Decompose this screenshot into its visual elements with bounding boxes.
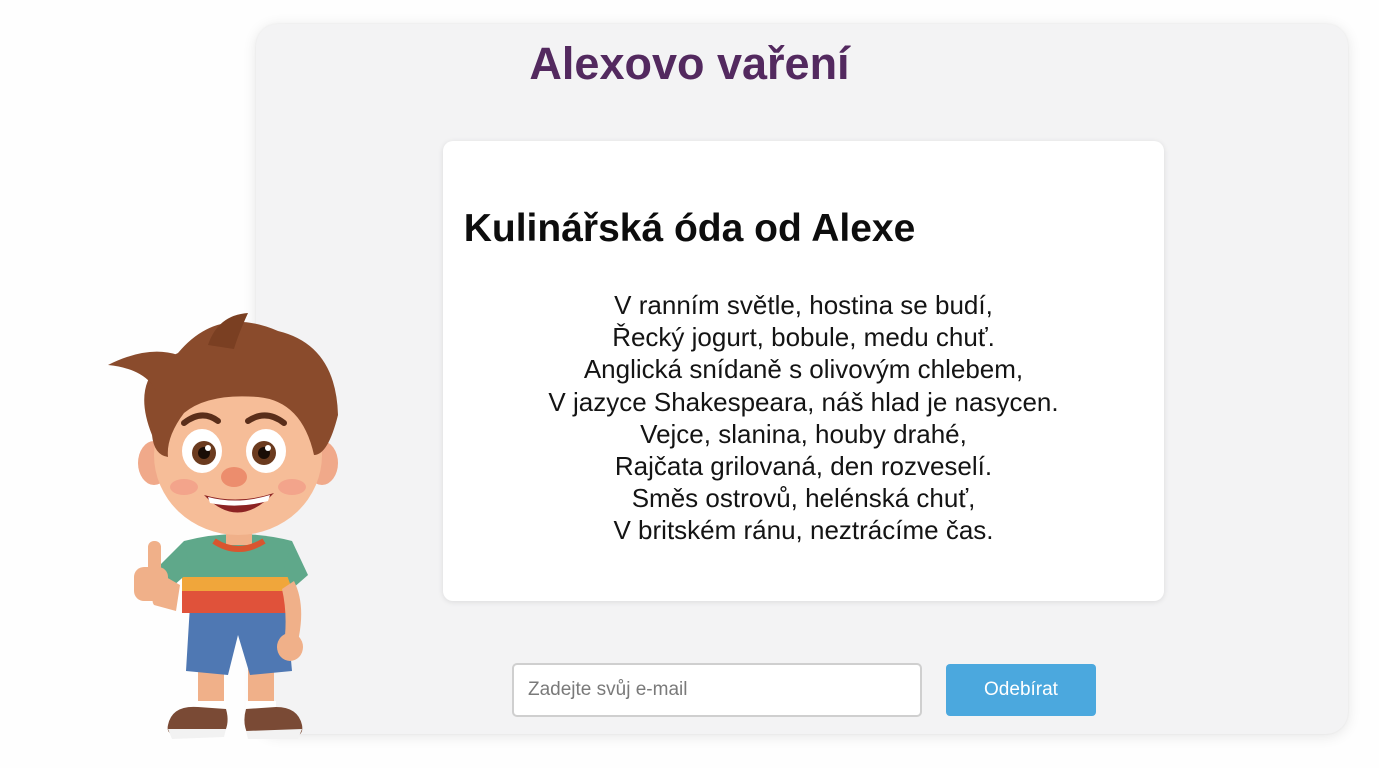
poem-text: V ranním světle, hostina se budí, Řecký … bbox=[443, 289, 1164, 547]
poem-line: Rajčata grilovaná, den rozveselí. bbox=[614, 451, 993, 482]
email-input[interactable] bbox=[512, 663, 922, 717]
poem-line: V jazyce Shakespeara, náš hlad je nasyce… bbox=[548, 386, 1059, 417]
poem-title: Kulinářská óda od Alexe bbox=[463, 207, 916, 250]
mascot-boy-icon bbox=[108, 313, 338, 739]
poem-line: V britském ránu, neztrácíme čas. bbox=[613, 515, 994, 546]
poem-line: Směs ostrovů, helénská chuť, bbox=[631, 483, 976, 514]
poem-line: Řecký jogurt, bobule, medu chuť. bbox=[612, 322, 995, 353]
poem-line: V ranním světle, hostina se budí, bbox=[614, 290, 993, 320]
poem-line: Vejce, slanina, houby drahé, bbox=[640, 418, 967, 449]
poem-line: Anglická snídaně s olivovým chlebem, bbox=[583, 354, 1024, 385]
page: Alexovo vaření Kulinářská óda od Alexe V… bbox=[0, 0, 1379, 768]
site-title: Alexovo vaření bbox=[529, 38, 850, 89]
subscribe-button[interactable]: Odebírat bbox=[946, 664, 1096, 716]
